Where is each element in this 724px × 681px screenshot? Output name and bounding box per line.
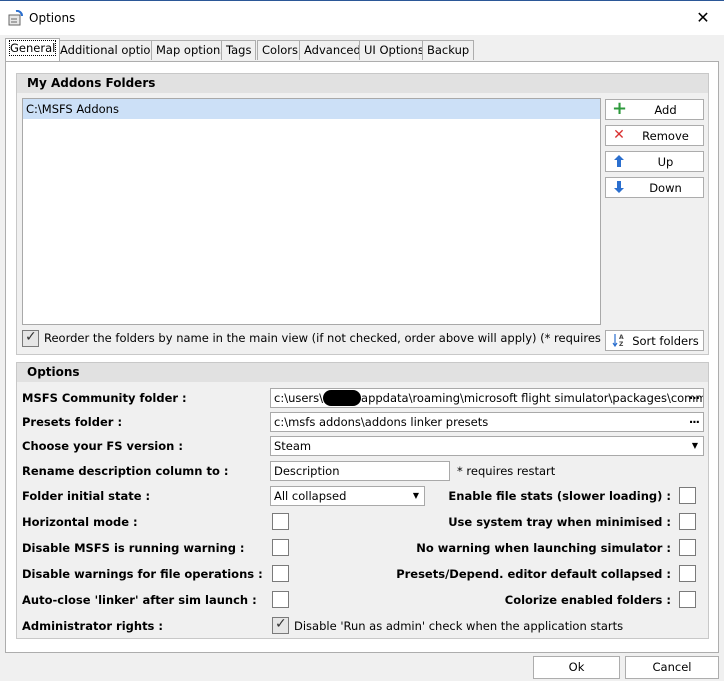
addons-folders-header: My Addons Folders [17,74,708,93]
reorder-folders-label: Reorder the folders by name in the main … [44,331,648,345]
folder-initial-state-label: Folder initial state : [22,489,151,503]
community-folder-label: MSFS Community folder : [22,391,187,405]
tab-ui-options[interactable]: UI Options [359,40,429,60]
tab-backup[interactable]: Backup [422,40,475,60]
community-folder-field[interactable]: c:\users\ appdata\roaming\microsoft fligh… [270,388,704,408]
redaction-mark [323,389,362,406]
close-icon[interactable]: ✕ [692,7,714,29]
chevron-down-icon: ▼ [412,491,419,500]
title-bar: Options ✕ [0,1,724,35]
folder-initial-state-select[interactable]: All collapsed ▼ [270,486,425,506]
sort-folders-button[interactable]: A Z Sort folders [605,330,704,351]
down-button[interactable]: Down [605,177,704,198]
file-stats-checkbox[interactable] [679,487,696,504]
rename-description-input[interactable]: Description [270,461,450,481]
folder-list[interactable]: C:\MSFS Addons [22,98,601,325]
cancel-button[interactable]: Cancel [625,656,719,679]
fs-version-select[interactable]: Steam ▼ [270,436,704,456]
system-tray-checkbox[interactable] [679,513,696,530]
disable-file-ops-warnings-label: Disable warnings for file operations : [22,567,263,581]
presets-editor-collapsed-label: Presets/Depend. editor default collapsed… [396,567,671,581]
tab-advanced[interactable]: Advanced [299,40,366,60]
file-stats-label: Enable file stats (slower loading) : [448,489,671,503]
horizontal-mode-checkbox[interactable] [272,513,289,530]
colorize-folders-label: Colorize enabled folders : [504,593,671,607]
options-group: Options MSFS Community folder : c:\users… [16,362,709,639]
auto-close-label: Auto-close 'linker' after sim launch : [22,593,257,607]
admin-rights-label: Administrator rights : [22,619,164,633]
sort-az-icon: A Z [612,334,624,347]
no-warning-launch-label: No warning when launching simulator : [416,541,671,555]
add-button[interactable]: + Add [605,99,704,120]
disable-running-warning-label: Disable MSFS is running warning : [22,541,245,555]
admin-rights-checkbox[interactable] [272,616,289,634]
admin-check-label: Disable 'Run as admin' check when the ap… [294,619,624,633]
colorize-folders-checkbox[interactable] [679,591,696,608]
remove-button[interactable]: ✕ Remove [605,125,704,146]
options-header: Options [17,363,708,382]
presets-editor-collapsed-checkbox[interactable] [679,565,696,582]
disable-file-ops-warnings-checkbox[interactable] [272,565,289,582]
up-button[interactable]: Up [605,151,704,172]
system-tray-label: Use system tray when minimised : [448,515,671,529]
tab-map-options[interactable]: Map options [151,40,232,60]
browse-icon[interactable]: ··· [689,413,700,431]
tab-tags[interactable]: Tags [221,40,257,60]
addons-folders-group: My Addons Folders C:\MSFS Addons + Add ✕… [16,73,709,355]
presets-folder-field[interactable]: c:\msfs addons\addons linker presets ··· [270,412,704,432]
plus-icon: + [612,98,628,119]
horizontal-mode-label: Horizontal mode : [22,515,138,529]
list-item[interactable]: C:\MSFS Addons [23,99,600,119]
requires-restart-note: * requires restart [457,464,556,478]
arrow-down-icon [614,181,624,193]
no-warning-launch-checkbox[interactable] [679,539,696,556]
fs-version-label: Choose your FS version : [22,439,183,453]
x-icon: ✕ [613,127,625,143]
app-icon [8,10,23,26]
window-title: Options [29,11,76,25]
reorder-folders-checkbox[interactable] [22,329,39,347]
chevron-down-icon: ▼ [691,441,698,450]
auto-close-checkbox[interactable] [272,591,289,608]
presets-folder-label: Presets folder : [22,415,123,429]
tab-colors[interactable]: Colors [257,40,304,60]
tab-general[interactable]: General [5,38,61,61]
rename-description-label: Rename description column to : [22,464,229,478]
disable-running-warning-checkbox[interactable] [272,539,289,556]
svg-text:A: A [619,334,624,341]
ok-button[interactable]: Ok [533,656,620,679]
svg-text:Z: Z [619,341,624,347]
general-tab-panel: My Addons Folders C:\MSFS Addons + Add ✕… [5,61,719,653]
arrow-up-icon [614,155,624,167]
browse-icon[interactable]: ··· [689,389,700,407]
options-window: Options ✕ General Additional options Map… [0,0,724,681]
